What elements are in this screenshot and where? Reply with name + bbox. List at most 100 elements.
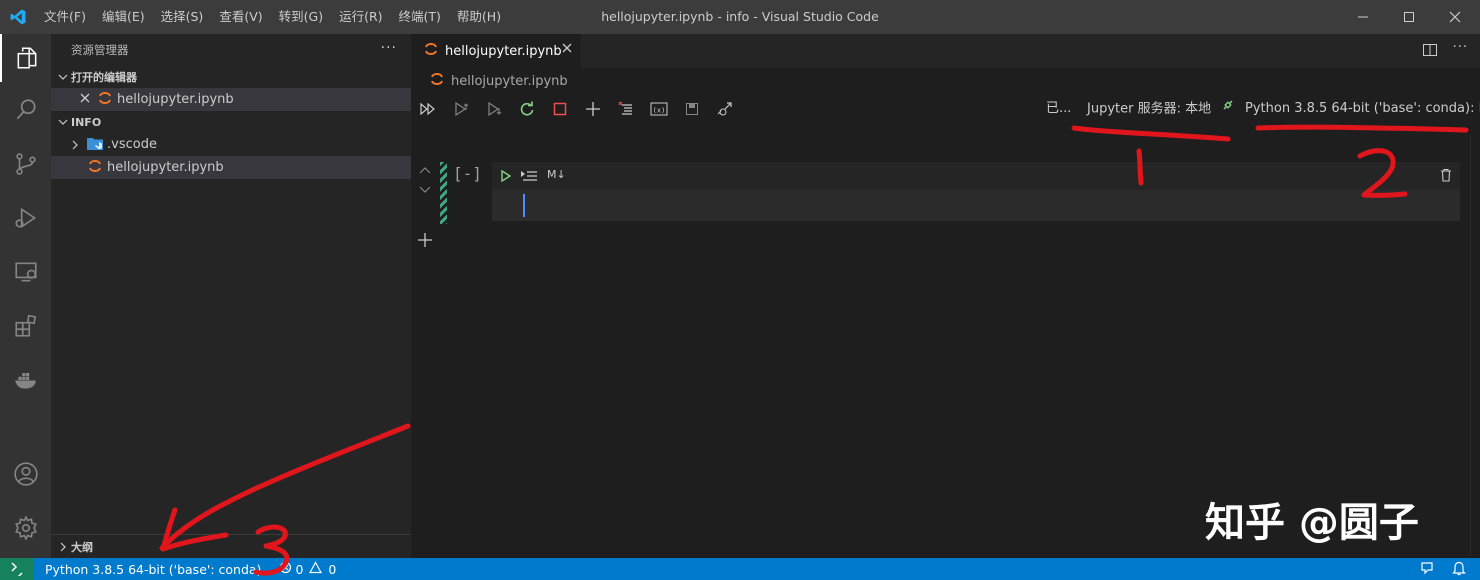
close-tab-icon[interactable]: [561, 42, 573, 58]
menu-bar: 文件(F) 编辑(E) 选择(S) 查看(V) 转到(G) 运行(R) 终端(T…: [36, 0, 509, 34]
accounts-icon[interactable]: [0, 450, 51, 498]
jupyter-server-label: Jupyter 服务器: 本地: [1087, 101, 1212, 117]
text-cursor: [523, 194, 525, 217]
delete-cell-icon[interactable]: [1440, 168, 1452, 186]
jupyter-server-status[interactable]: Jupyter 服务器: 本地: [1087, 94, 1235, 125]
cell-toolbar: M↓: [492, 162, 1460, 190]
close-window-button[interactable]: [1432, 0, 1478, 34]
feedback-icon[interactable]: [1420, 561, 1436, 580]
editor-area: hellojupyter.ipynb ··· hellojupyter.ipyn…: [411, 34, 1480, 558]
error-count: 0: [295, 561, 304, 577]
vscode-logo-icon: [0, 0, 36, 34]
open-editors-header[interactable]: 打开的编辑器: [51, 66, 411, 88]
tree-item-label: .vscode: [107, 137, 157, 152]
tab-bar: hellojupyter.ipynb ···: [411, 34, 1480, 68]
open-editors-label: 打开的编辑器: [71, 71, 137, 84]
interrupt-kernel-icon[interactable]: [551, 100, 569, 118]
menu-run[interactable]: 运行(R): [331, 0, 390, 34]
close-editor-icon[interactable]: [79, 92, 91, 108]
error-icon: [279, 561, 292, 577]
markdown-toggle[interactable]: M↓: [547, 168, 566, 181]
breadcrumb: hellojupyter.ipynb: [411, 68, 1480, 94]
run-by-line-icon[interactable]: [520, 169, 538, 187]
run-all-icon[interactable]: [419, 100, 437, 118]
chevron-down-icon: [55, 72, 71, 82]
connected-plug-icon: [1221, 94, 1235, 124]
sidebar-title: 资源管理器 ···: [51, 34, 411, 66]
remote-explorer-icon[interactable]: [0, 248, 51, 296]
folder-header[interactable]: INFO: [51, 111, 411, 133]
docker-icon[interactable]: [0, 356, 51, 404]
variables-icon[interactable]: (x): [650, 100, 668, 118]
run-above-icon[interactable]: [452, 100, 470, 118]
problems-status[interactable]: 0 0: [279, 561, 336, 577]
activity-bar: [0, 34, 51, 558]
status-bar: Python 3.8.5 64-bit ('base': conda) 0 0: [0, 558, 1480, 580]
svg-text:(x): (x): [653, 107, 666, 115]
tab-hellojupyter[interactable]: hellojupyter.ipynb: [411, 34, 581, 68]
add-cell-icon[interactable]: [584, 100, 602, 118]
open-editor-item[interactable]: hellojupyter.ipynb: [51, 88, 411, 111]
chevron-right-icon: [67, 140, 83, 150]
sidebar-title-label: 资源管理器: [71, 43, 129, 57]
search-icon[interactable]: [0, 86, 51, 134]
save-icon[interactable]: [683, 100, 701, 118]
clear-outputs-icon[interactable]: [617, 100, 635, 118]
run-cell-icon[interactable]: [500, 169, 512, 187]
remote-indicator-icon[interactable]: [0, 558, 34, 580]
warning-count: 0: [328, 561, 337, 577]
explorer-icon[interactable]: [0, 34, 51, 82]
tree-item-vscode-folder[interactable]: .vscode: [51, 133, 411, 156]
editor-more-actions-icon[interactable]: ···: [1453, 40, 1468, 55]
vscode-folder-icon: [87, 136, 103, 154]
move-cell-up-icon[interactable]: [419, 164, 431, 179]
run-debug-icon[interactable]: [0, 194, 51, 242]
tab-label: hellojupyter.ipynb: [445, 43, 562, 59]
outline-section-header[interactable]: 大纲: [51, 534, 411, 558]
zhihu-watermark: 知乎 @圆子: [1205, 500, 1419, 546]
tree-item-notebook[interactable]: hellojupyter.ipynb: [51, 156, 411, 179]
extensions-icon[interactable]: [0, 302, 51, 350]
cell-code-input[interactable]: [492, 190, 1460, 221]
jupyter-file-icon: [97, 90, 113, 110]
menu-view[interactable]: 查看(V): [211, 0, 270, 34]
chevron-down-icon: [55, 117, 71, 127]
menu-edit[interactable]: 编辑(E): [94, 0, 153, 34]
chevron-right-icon: [55, 542, 71, 552]
trusted-status[interactable]: 已...: [1046, 94, 1071, 124]
breadcrumb-item[interactable]: hellojupyter.ipynb: [451, 74, 568, 89]
execution-count: [-]: [453, 164, 482, 183]
python-interpreter-status[interactable]: Python 3.8.5 64-bit ('base': conda): [45, 562, 261, 577]
folder-label: INFO: [71, 115, 102, 129]
tree-item-label: hellojupyter.ipynb: [107, 160, 224, 175]
notebook-toolbar: (x) 已... Jupyter 服务器: 本地 Python 3.8.5 64…: [411, 94, 1480, 124]
open-editor-label: hellojupyter.ipynb: [117, 92, 234, 107]
move-cell-down-icon[interactable]: [419, 184, 431, 199]
restart-kernel-icon[interactable]: [518, 100, 536, 118]
split-editor-icon[interactable]: [1422, 42, 1438, 62]
source-control-icon[interactable]: [0, 140, 51, 188]
menu-go[interactable]: 转到(G): [271, 0, 331, 34]
export-icon[interactable]: [716, 100, 734, 118]
kernel-status[interactable]: Python 3.8.5 64-bit ('base': conda): Idl…: [1245, 94, 1480, 124]
run-below-icon[interactable]: [485, 100, 503, 118]
explorer-sidebar: 资源管理器 ··· 打开的编辑器 hellojupyter.ipynb INFO…: [51, 34, 411, 558]
minimize-button[interactable]: [1340, 0, 1386, 34]
notifications-bell-icon[interactable]: [1452, 561, 1466, 580]
menu-terminal[interactable]: 终端(T): [391, 0, 449, 34]
jupyter-file-icon: [87, 158, 103, 178]
warning-icon: [309, 561, 323, 577]
menu-help[interactable]: 帮助(H): [449, 0, 509, 34]
menu-file[interactable]: 文件(F): [36, 0, 94, 34]
jupyter-file-icon: [429, 71, 445, 91]
title-bar: 文件(F) 编辑(E) 选择(S) 查看(V) 转到(G) 运行(R) 终端(T…: [0, 0, 1480, 34]
maximize-button[interactable]: [1386, 0, 1432, 34]
jupyter-file-icon: [423, 41, 439, 61]
outline-label: 大纲: [71, 540, 93, 554]
cell-focus-indicator: [440, 162, 447, 224]
more-actions-icon[interactable]: ···: [381, 40, 397, 56]
add-cell-below-icon[interactable]: [417, 232, 433, 252]
settings-gear-icon[interactable]: [0, 504, 51, 552]
menu-selection[interactable]: 选择(S): [153, 0, 212, 34]
editor-scrollbar[interactable]: [1470, 136, 1480, 556]
